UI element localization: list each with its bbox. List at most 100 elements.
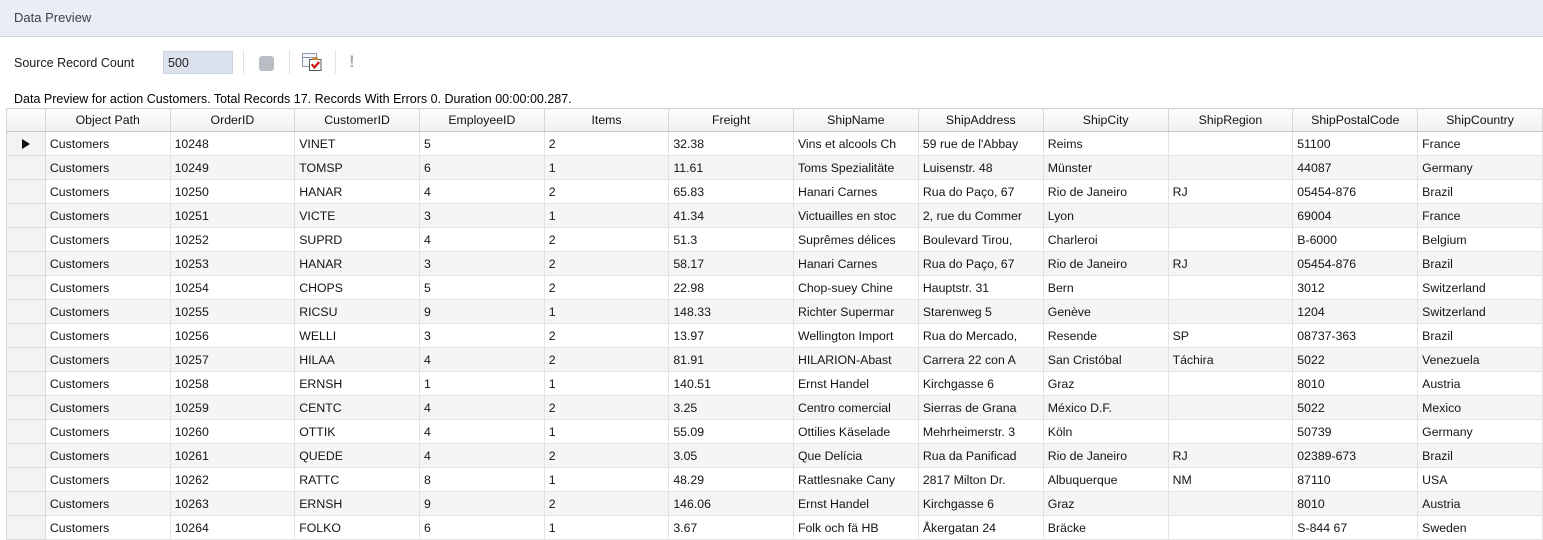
column-header-shipcity[interactable]: ShipCity [1043,109,1168,132]
cell[interactable] [1168,132,1293,156]
cell[interactable]: Táchira [1168,348,1293,372]
cell[interactable]: Boulevard Tirou, [918,228,1043,252]
source-record-count-input[interactable] [163,51,233,74]
cell[interactable]: 10254 [170,276,295,300]
cell[interactable]: VICTE [295,204,420,228]
cell[interactable]: 8010 [1293,372,1418,396]
cell[interactable]: 6 [419,156,544,180]
cell[interactable]: RICSU [295,300,420,324]
cell[interactable]: 22.98 [669,276,794,300]
cell[interactable]: 10261 [170,444,295,468]
cell[interactable]: Albuquerque [1043,468,1168,492]
cell[interactable]: WELLI [295,324,420,348]
cell[interactable]: 58.17 [669,252,794,276]
cell[interactable]: Rio de Janeiro [1043,252,1168,276]
cell[interactable]: Hanari Carnes [793,252,918,276]
cell[interactable]: Mexico [1418,396,1543,420]
cell[interactable]: Customers [45,252,170,276]
cell[interactable] [1168,420,1293,444]
cell[interactable]: 69004 [1293,204,1418,228]
cell[interactable]: 10260 [170,420,295,444]
cell[interactable]: 1 [419,372,544,396]
cell[interactable]: RJ [1168,180,1293,204]
cell[interactable]: 3012 [1293,276,1418,300]
cell[interactable]: 2 [544,132,669,156]
cell[interactable]: 5022 [1293,396,1418,420]
cell[interactable]: 32.38 [669,132,794,156]
cell[interactable]: B-6000 [1293,228,1418,252]
cell[interactable]: Charleroi [1043,228,1168,252]
cell[interactable]: France [1418,204,1543,228]
row-selector[interactable] [7,204,46,228]
cell[interactable]: 4 [419,396,544,420]
cell[interactable]: Rua da Panificad [918,444,1043,468]
row-selector[interactable] [7,372,46,396]
cell[interactable] [1168,372,1293,396]
cell[interactable]: Rua do Mercado, [918,324,1043,348]
cell[interactable]: 3 [419,324,544,348]
cell[interactable]: Belgium [1418,228,1543,252]
cell[interactable]: 8 [419,468,544,492]
cell[interactable]: 4 [419,420,544,444]
cell[interactable]: 146.06 [669,492,794,516]
cell[interactable]: 140.51 [669,372,794,396]
cell[interactable]: 1 [544,420,669,444]
row-selector-current[interactable] [7,132,46,156]
cell[interactable]: 55.09 [669,420,794,444]
cell[interactable]: 2, rue du Commer [918,204,1043,228]
stop-square-icon[interactable] [259,56,274,71]
cell[interactable]: 48.29 [669,468,794,492]
cell[interactable]: Brazil [1418,324,1543,348]
cell[interactable]: 9 [419,300,544,324]
cell[interactable]: 3.25 [669,396,794,420]
cell[interactable]: San Cristóbal [1043,348,1168,372]
cell[interactable]: 10256 [170,324,295,348]
cell[interactable]: Brazil [1418,180,1543,204]
cell[interactable]: 1 [544,300,669,324]
cell[interactable]: 1 [544,372,669,396]
cell[interactable]: 02389-673 [1293,444,1418,468]
cell[interactable]: NM [1168,468,1293,492]
cell[interactable]: CHOPS [295,276,420,300]
cell[interactable]: 10249 [170,156,295,180]
cell[interactable]: 11.61 [669,156,794,180]
row-selector[interactable] [7,228,46,252]
cell[interactable]: Köln [1043,420,1168,444]
cell[interactable]: Kirchgasse 6 [918,492,1043,516]
exclamation-icon[interactable]: ! [349,52,355,72]
cell[interactable]: Rua do Paço, 67 [918,252,1043,276]
cell[interactable]: RJ [1168,252,1293,276]
cell[interactable]: 44087 [1293,156,1418,180]
row-selector[interactable] [7,276,46,300]
cell[interactable]: Customers [45,396,170,420]
cell[interactable]: 2 [544,252,669,276]
cell[interactable]: Bern [1043,276,1168,300]
cell[interactable]: USA [1418,468,1543,492]
cell[interactable]: Lyon [1043,204,1168,228]
cell[interactable]: Rio de Janeiro [1043,444,1168,468]
cell[interactable]: 10262 [170,468,295,492]
cell[interactable]: Customers [45,132,170,156]
cell[interactable]: 1 [544,156,669,180]
cell[interactable]: Customers [45,276,170,300]
cell[interactable]: Starenweg 5 [918,300,1043,324]
cell[interactable]: Toms Spezialitäte [793,156,918,180]
cell[interactable]: 10255 [170,300,295,324]
cell[interactable]: 3.05 [669,444,794,468]
cell[interactable] [1168,396,1293,420]
cell[interactable]: 10263 [170,492,295,516]
row-selector[interactable] [7,180,46,204]
cell[interactable]: Resende [1043,324,1168,348]
cell[interactable] [1168,228,1293,252]
cell[interactable]: 148.33 [669,300,794,324]
cell[interactable]: Chop-suey Chine [793,276,918,300]
cell[interactable]: Ernst Handel [793,372,918,396]
cell[interactable]: Customers [45,228,170,252]
cell[interactable]: 41.34 [669,204,794,228]
cell[interactable]: Customers [45,300,170,324]
cell[interactable]: 1204 [1293,300,1418,324]
cell[interactable]: Münster [1043,156,1168,180]
cell[interactable]: 51.3 [669,228,794,252]
cell[interactable]: 2817 Milton Dr. [918,468,1043,492]
cell[interactable]: 10253 [170,252,295,276]
